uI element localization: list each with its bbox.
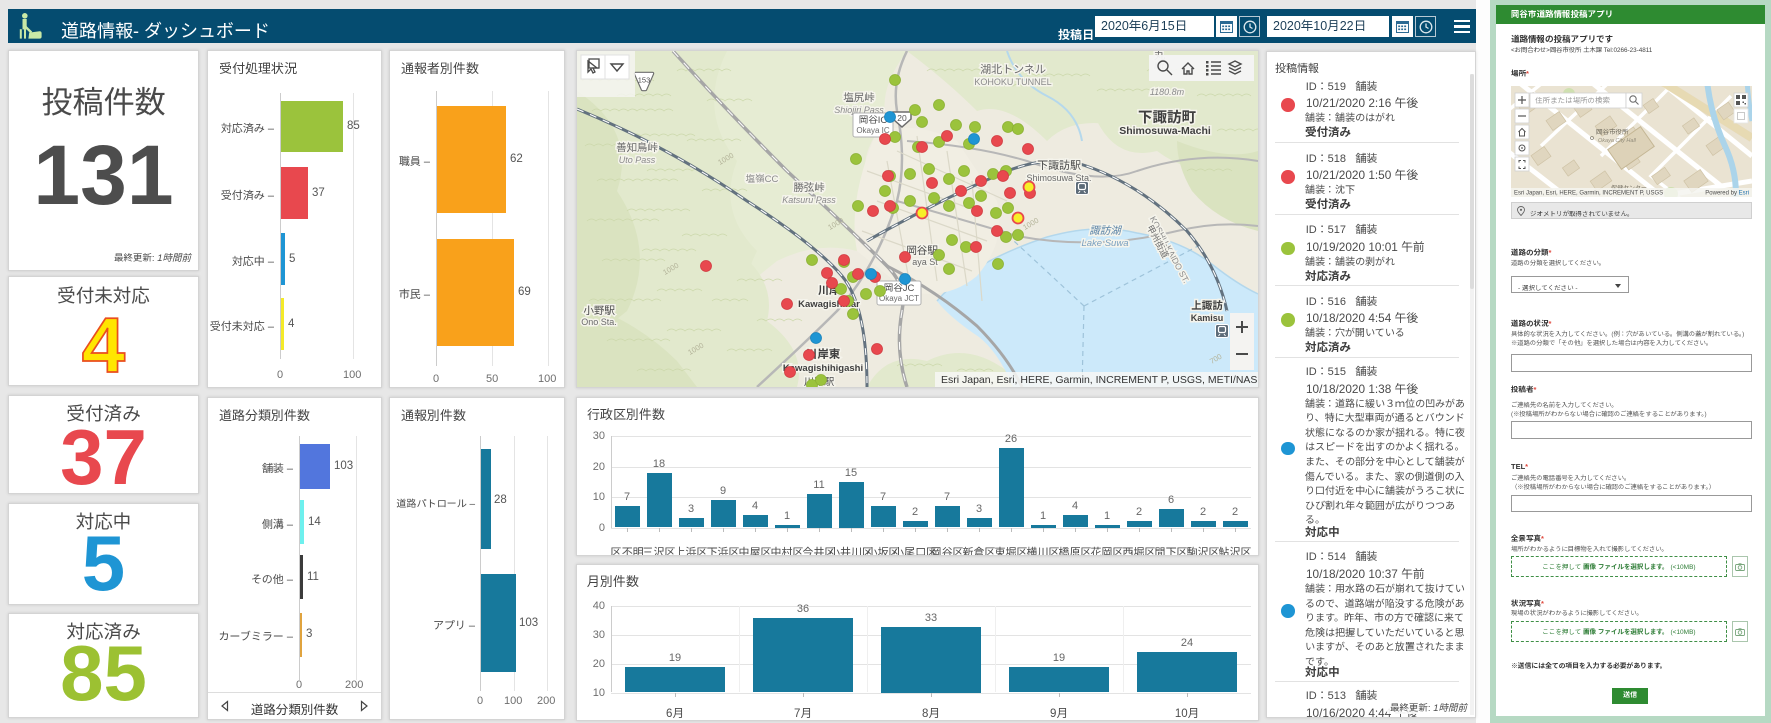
svg-text:153: 153: [638, 76, 651, 85]
svg-text:勝弦峠: 勝弦峠: [793, 182, 825, 194]
svg-text:Esri Japan, Esri, HERE, Garmin: Esri Japan, Esri, HERE, Garmin, INCREMEN…: [941, 374, 1258, 386]
svg-text:上諏訪: 上諏訪: [1191, 300, 1223, 312]
svg-text:KOHOKU TUNNEL: KOHOKU TUNNEL: [974, 77, 1051, 87]
svg-text:Ono Sta.: Ono Sta.: [581, 317, 617, 327]
svg-text:岡谷JC: 岡谷JC: [884, 283, 915, 294]
svg-text:住所または場所の検索: 住所または場所の検索: [1535, 96, 1610, 105]
svg-text:Lake Suwa: Lake Suwa: [1081, 238, 1128, 249]
svg-text:Powered by Esri: Powered by Esri: [1705, 191, 1749, 197]
svg-text:湖北トンネル: 湖北トンネル: [980, 63, 1046, 76]
svg-text:善知鳥峠: 善知鳥峠: [616, 142, 658, 154]
svg-text:Uto Pass: Uto Pass: [619, 155, 656, 165]
svg-text:岡谷市役所: 岡谷市役所: [1596, 128, 1629, 136]
svg-text:Katsuru Pass: Katsuru Pass: [782, 195, 836, 205]
svg-text:塩尻峠: 塩尻峠: [843, 91, 875, 104]
svg-text:Esri Japan, Esri, HERE, Garmin: Esri Japan, Esri, HERE, Garmin, INCREMEN…: [1514, 191, 1663, 197]
svg-text:小野駅: 小野駅: [583, 305, 615, 317]
svg-text:20: 20: [897, 113, 907, 123]
svg-text:岡谷IC: 岡谷IC: [859, 115, 888, 126]
svg-text:Okaya JCT: Okaya JCT: [879, 294, 919, 303]
svg-text:Kamisu: Kamisu: [1191, 313, 1224, 323]
svg-text:諏訪湖: 諏訪湖: [1089, 225, 1122, 237]
svg-text:Shimosuwa-Machi: Shimosuwa-Machi: [1119, 125, 1211, 137]
svg-text:Okaya City Hall: Okaya City Hall: [1598, 138, 1637, 144]
svg-text:下諏訪町: 下諏訪町: [1138, 110, 1196, 126]
svg-text:1180.8m: 1180.8m: [1150, 87, 1185, 97]
svg-text:塩嶺CC: 塩嶺CC: [746, 173, 779, 185]
svg-text:下諏訪駅: 下諏訪駅: [1037, 160, 1082, 172]
